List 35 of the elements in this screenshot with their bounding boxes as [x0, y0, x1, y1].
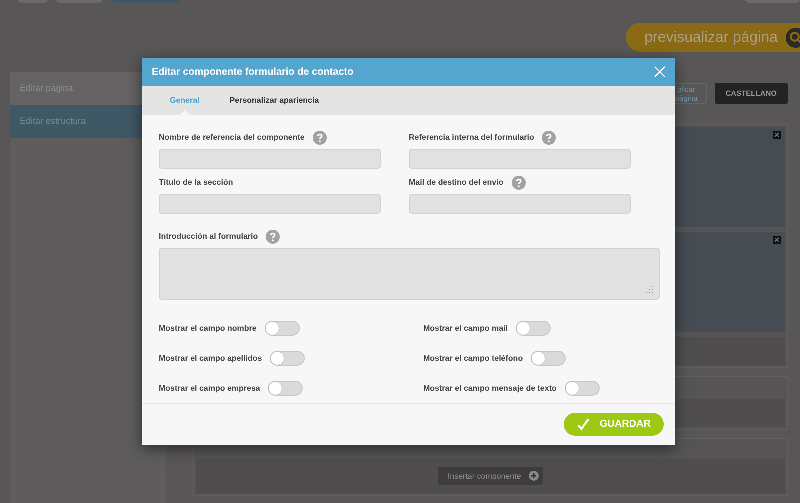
resize-grip-icon[interactable] [646, 286, 654, 294]
tab[interactable]: Personalizar apariencia [214, 86, 334, 116]
help-icon[interactable] [512, 176, 526, 190]
toggle-label: Mostrar el campo apellidos [159, 354, 262, 363]
help-icon[interactable] [542, 130, 556, 145]
text-field[interactable] [159, 149, 381, 170]
toggle-switch[interactable] [268, 380, 304, 396]
close-icon[interactable] [773, 236, 781, 244]
toggle-switch[interactable] [270, 350, 306, 366]
text-area[interactable] [159, 248, 660, 300]
preview-button[interactable]: previsualizar página [626, 23, 800, 52]
toggle-label: Mostrar el campo nombre [159, 324, 257, 333]
field-label: Introducción al formulario [159, 232, 258, 242]
toggle-switch[interactable] [564, 380, 600, 396]
text-field[interactable] [159, 194, 381, 214]
save-button[interactable]: GUARDAR [564, 413, 664, 436]
toggle-label: Mostrar el campo empresa [159, 384, 260, 393]
toggle-label: Mostrar el campo teléfono [424, 354, 524, 363]
field-label: Mail de destino del envío [409, 178, 504, 188]
insert-component-button[interactable]: Insertar componente [438, 467, 544, 485]
text-field[interactable] [409, 149, 631, 170]
text-field[interactable] [409, 194, 631, 214]
toggle-switch[interactable] [264, 320, 300, 336]
help-icon[interactable] [266, 230, 280, 244]
checkmark-icon [576, 418, 590, 432]
plus-circle-icon [529, 471, 540, 481]
toggle-label: Mostrar el campo mail [424, 324, 508, 333]
field-label: Título de la sección [159, 178, 234, 188]
toggle-switch[interactable] [516, 320, 551, 336]
toggle-label: Mostrar el campo mensaje de texto [424, 384, 557, 393]
field-label: Referencia interna del formulario [409, 133, 534, 142]
toggle-switch[interactable] [531, 350, 566, 366]
close-icon[interactable] [773, 131, 781, 139]
help-icon[interactable] [312, 130, 327, 145]
search-icon [786, 28, 800, 48]
